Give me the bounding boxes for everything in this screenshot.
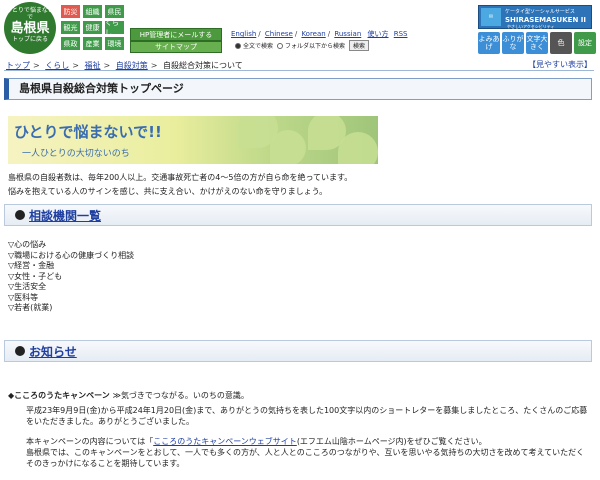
main-banner-image: ひとりで悩まないで!! 一人ひとりの大切ないのち — [8, 116, 378, 164]
leaf-decoration — [270, 130, 306, 164]
category-tile[interactable]: 観光 — [60, 20, 81, 35]
search-folder-label: フォルダ以下から検索 — [285, 43, 346, 50]
list-item: ▽職場における心の健康づくり相談 — [8, 250, 135, 260]
lang-russian-link[interactable]: Russian — [334, 30, 361, 38]
sitemap-button[interactable]: サイトマップ — [130, 41, 222, 53]
campaign-text-line: 島根県では、このキャンペーンをとおして、一人でも多くの方が、人と人とのこころのつ… — [26, 448, 585, 457]
search-button[interactable]: 検索 — [349, 40, 370, 51]
section-news-header: お知らせ — [4, 340, 592, 362]
category-tile[interactable]: くらし — [104, 19, 125, 37]
campaign-paragraph-1: 平成23年9月9日(金)から平成24年1月20日(金)まで、ありがとうの気持ちを… — [26, 406, 588, 426]
banner-subline: 一人ひとりの大切ないのち — [22, 149, 130, 159]
usage-link[interactable]: 使い方 — [368, 30, 389, 38]
site-logo[interactable]: ひとりで悩まないで 島根県 トップに戻る — [4, 2, 56, 54]
list-item: ▽生活安全 — [8, 282, 47, 291]
campaign-text-line: そのきっかけになることを期待しています。 — [26, 459, 185, 468]
search-folder-radio[interactable] — [277, 42, 284, 49]
campaign-title: ◆こころのうたキャンペーン ≫気づきでつながる。いのちの意識。 — [8, 390, 249, 401]
campaign-text-post: (エフエム山陰ホームページ内)をぜひご覧ください。 — [296, 437, 487, 446]
tool-button[interactable]: ふりがな — [502, 32, 524, 54]
tool-button[interactable]: 文字大きく — [526, 32, 548, 54]
bullet-icon — [15, 210, 25, 220]
campaign-paragraph-2: 本キャンペーンの内容については「こころのうたキャンペーンウェブサイト(エフエム山… — [26, 436, 592, 469]
campaign-name: ◆こころのうたキャンペーン — [8, 391, 110, 400]
category-tile[interactable]: 産業 — [82, 36, 103, 51]
banner-line1: ケータイ型ソーシャルサービス — [505, 9, 575, 15]
service-banner[interactable]: ✉ ケータイ型ソーシャルサービス SHIRASEMASUKEN II やさしいア… — [478, 5, 592, 29]
section-news-link[interactable]: お知らせ — [29, 343, 77, 360]
search-all-label: 全文で検索 — [243, 43, 274, 50]
bullet-icon — [15, 346, 25, 356]
campaign-text-pre: 本キャンペーンの内容については「 — [26, 437, 154, 446]
campaign-slogan: ≫気づきでつながる。いのちの意識。 — [112, 391, 249, 400]
breadcrumb-current: 自殺総合対策について — [163, 61, 243, 70]
list-item: ▽経営・金融 — [8, 261, 55, 270]
list-item: ▽医科等 — [8, 292, 39, 302]
breadcrumb-link[interactable]: 福祉 — [85, 61, 101, 70]
category-tile[interactable]: 防災 — [60, 4, 81, 19]
breadcrumb-link[interactable]: トップ — [6, 61, 30, 70]
lang-chinese-link[interactable]: Chinese — [265, 30, 293, 38]
lang-english-link[interactable]: English — [231, 30, 256, 38]
tool-button[interactable]: 色 — [550, 32, 572, 54]
campaign-link-line: 本キャンペーンの内容については「こころのうたキャンペーンウェブサイト(エフエム山… — [26, 436, 592, 447]
category-tile[interactable]: 組織 — [82, 4, 103, 19]
banner-headline: ひとりで悩まないで!! — [14, 123, 162, 141]
breadcrumb-link[interactable]: 自殺対策 — [116, 61, 148, 70]
consult-list: ▽心の悩み ▽職場における心の健康づくり相談 ▽経営・金融 ▽女性・子ども ▽生… — [8, 240, 134, 314]
category-tile[interactable]: 健康 — [82, 20, 103, 35]
search-all-radio[interactable] — [235, 42, 241, 49]
category-grid: 防災 組織 県民 観光 健康 くらし 県政 産業 環境 — [60, 4, 126, 52]
search-bar: 全文で検索 フォルダ以下から検索 検索 — [231, 40, 370, 51]
section-consult-link[interactable]: 相談機関一覧 — [29, 207, 101, 224]
logo-tagline: ひとりで悩まないで — [6, 7, 54, 21]
banner-logo-icon: ✉ — [481, 8, 501, 26]
list-item: ▽若者(就業) — [8, 303, 53, 312]
language-links: English / Chinese / Korean / Russian 使い方 RS… — [231, 30, 408, 38]
page-title: 島根県自殺総合対策トップページ — [4, 78, 592, 100]
rss-link[interactable]: RSS — [394, 30, 408, 38]
tool-button[interactable]: 設定 — [574, 32, 596, 54]
logo-home-text: トップに戻る — [11, 36, 48, 43]
leaf-decoration — [338, 132, 378, 164]
list-item: ▽女性・子ども — [8, 271, 63, 281]
banner-line3: やさしいアクセシビリティ — [507, 24, 555, 29]
tool-button[interactable]: よみあげ — [478, 32, 500, 54]
list-item: ▽心の悩み — [8, 240, 47, 249]
easy-view-link[interactable]: 【見やすい表示】 — [528, 59, 592, 70]
breadcrumb-link[interactable]: くらし — [45, 61, 69, 70]
section-consult-header: 相談機関一覧 — [4, 204, 592, 226]
campaign-website-link[interactable]: こころのうたキャンペーンウェブサイト — [153, 437, 297, 446]
hp-admin-mail-button[interactable]: HP管理者にメールする — [130, 28, 222, 41]
category-tile[interactable]: 環境 — [104, 36, 125, 51]
lang-korean-link[interactable]: Korean — [301, 30, 325, 38]
header-divider — [4, 70, 594, 71]
logo-name: 島根県 — [10, 21, 50, 36]
category-tile[interactable]: 県政 — [60, 36, 81, 51]
intro-text-2: 悩みを抱えている人のサインを感じ、共に支え合い、かけがえのない命を守りましょう。 — [8, 187, 328, 196]
accessibility-toolbar: よみあげ ふりがな 文字大きく 色 設定 — [478, 32, 596, 54]
intro-text-1: 島根県の自殺者数は、毎年200人以上。交通事故死亡者の4～5倍の方が自ら命を絶っ… — [8, 173, 353, 182]
banner-line2: SHIRASEMASUKEN II — [505, 16, 586, 24]
